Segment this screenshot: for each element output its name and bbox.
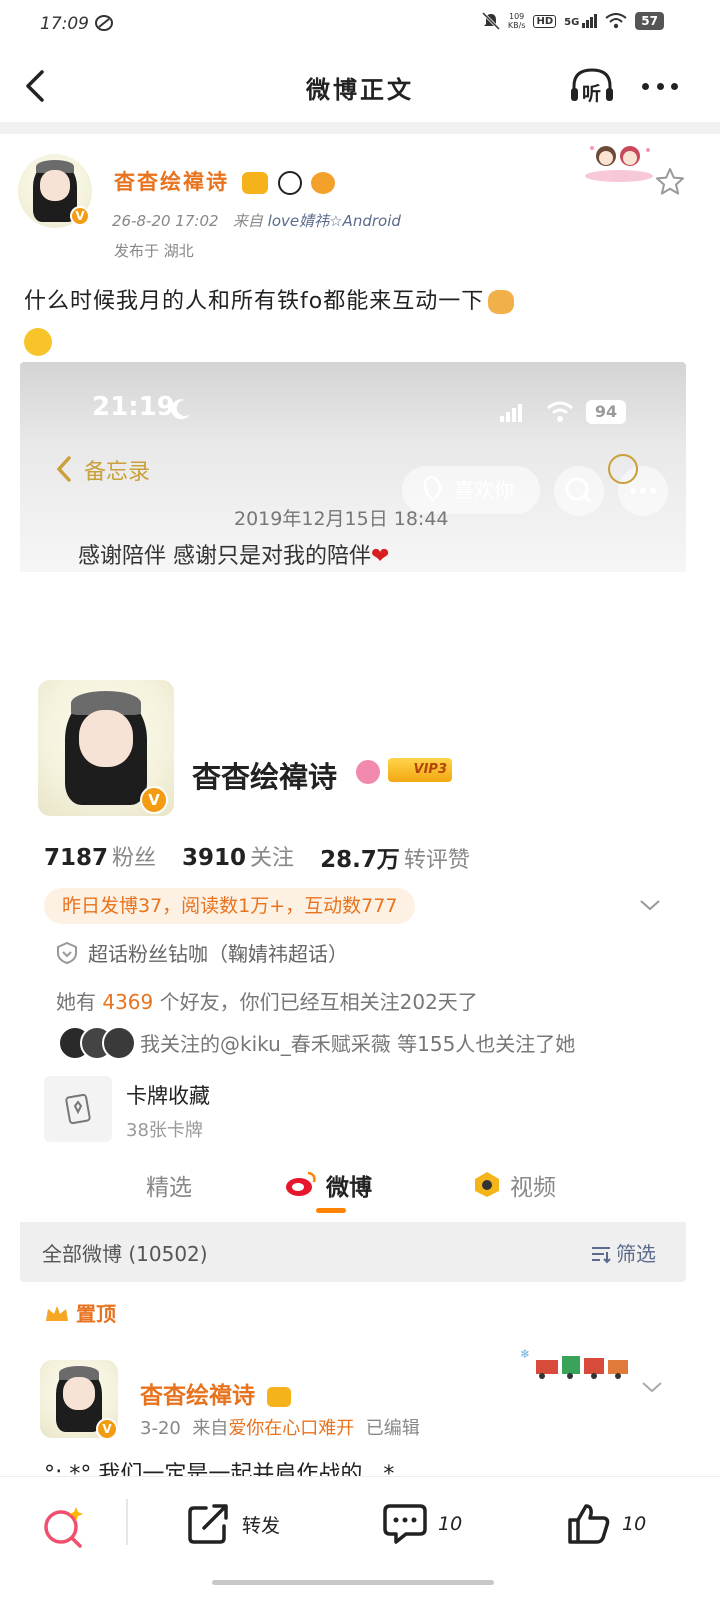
fans-stat: 7187 粉丝 xyxy=(44,845,157,871)
yesterday-stats: 昨日发博37，阅读数1万+，互动数777 xyxy=(44,888,416,924)
profile-stats: 7187 粉丝 3910 关注 28.7万 转评赞 xyxy=(44,840,470,874)
video-icon xyxy=(475,1172,499,1197)
pinned-verified-icon: V xyxy=(96,1418,118,1440)
top-nav: 微博正文 听 xyxy=(0,50,720,122)
filter-label: 筛选 xyxy=(590,1238,656,1267)
verified-badge-icon: V xyxy=(70,206,90,226)
comment-button[interactable]: 10 xyxy=(382,1501,462,1547)
mutual-follow-info: 我关注的@kiku_春禾赋采薇 等155人也关注了她 xyxy=(58,1026,658,1060)
pinned-author-name[interactable]: 杳杳绘禕诗 xyxy=(140,1376,292,1410)
super-search-icon[interactable] xyxy=(40,1503,88,1551)
listen-button[interactable]: 听 xyxy=(568,66,616,106)
app-notification-icon xyxy=(95,15,113,31)
tab-video: 视频 xyxy=(510,1175,556,1201)
pinned-label: 置顶 xyxy=(44,1298,116,1327)
crown-icon xyxy=(46,1306,68,1321)
crown-badge-icon xyxy=(267,1386,292,1407)
pinned-text: °:.*° 我们一定是一起并肩作战的 . * xyxy=(44,1462,395,1476)
battery-indicator: 57 xyxy=(635,12,664,30)
image-signal-icon xyxy=(500,404,522,422)
more-options-button[interactable] xyxy=(640,70,680,102)
active-tab-indicator xyxy=(316,1208,346,1213)
card-collection-count: 38张卡牌 xyxy=(126,1120,203,1141)
repost-label: 转发 xyxy=(242,1514,281,1537)
super-fan-badge: 超话粉丝钻咖（鞠婧祎超话） xyxy=(56,938,348,967)
post-body: 什么时候我月的人和所有铁fo都能来互动一下 xyxy=(24,282,704,362)
post-meta: 26-8-20 17:02 来自 love婧祎☆Android xyxy=(112,212,401,230)
image-search-icon xyxy=(554,466,604,516)
signal-icon: 5G xyxy=(564,14,598,28)
wifi-icon xyxy=(605,13,627,29)
memo-back-label: 备忘录 xyxy=(84,460,151,485)
thumbs-up-icon xyxy=(568,1504,610,1544)
author-name[interactable]: 杳杳绘禕诗 xyxy=(114,166,335,196)
laughing-emoji xyxy=(24,328,52,356)
share-icon xyxy=(188,1504,228,1544)
profile-tabs: 精选 微博 视频 xyxy=(20,1160,686,1216)
mute-icon xyxy=(481,12,500,30)
pinned-chevron-down-icon[interactable] xyxy=(640,1378,664,1396)
image-battery: 94 xyxy=(586,400,626,424)
flexed-bicep-emoji xyxy=(488,290,515,314)
like-button[interactable]: 10 xyxy=(566,1501,646,1547)
divider xyxy=(0,122,720,134)
tab-featured: 精选 xyxy=(146,1175,192,1201)
like-count: 10 xyxy=(622,1513,647,1535)
fish-icon xyxy=(310,172,335,194)
network-speed: 109 KB/s xyxy=(507,12,526,30)
card-collection-title: 卡牌收藏 xyxy=(126,1084,210,1108)
profile-verified-icon: V xyxy=(140,786,168,814)
weibo-logo-icon xyxy=(286,1171,316,1196)
post-source-link[interactable]: love婧祎☆Android xyxy=(268,212,401,230)
svg-text:❄: ❄ xyxy=(520,1347,530,1361)
engagement-stat: 28.7万 转评赞 xyxy=(320,847,470,873)
status-bar: 17:09 109 KB/s HD 5G 57 xyxy=(0,0,720,50)
panda-icon xyxy=(277,171,302,195)
status-time: 17:09 xyxy=(40,14,89,34)
profile-name: 杳杳绘禕诗 xyxy=(192,760,338,794)
filter-icon xyxy=(592,1247,611,1264)
all-posts-bar: 全部微博 (10502) 筛选 xyxy=(20,1222,686,1282)
hd-badge: HD xyxy=(533,14,557,28)
dot-icon xyxy=(671,82,678,90)
moon-icon xyxy=(171,399,190,420)
attached-image[interactable]: 21:19 94 备忘录 喜欢你 2019年12月15日 18:44 感谢陪伴 … xyxy=(20,362,686,1282)
home-indicator[interactable] xyxy=(212,1580,494,1585)
memo-text: 感谢陪伴 感谢只是对我的陪伴❤ xyxy=(78,544,390,569)
image-wifi-icon xyxy=(547,401,573,422)
favorite-star-button[interactable] xyxy=(654,166,686,198)
crown-badge-icon xyxy=(242,172,269,194)
post-location: 发布于 湖北 xyxy=(114,242,194,260)
shield-icon xyxy=(57,941,77,965)
repost-button[interactable]: 转发 xyxy=(186,1501,280,1547)
card-collection-icon xyxy=(44,1076,112,1142)
train-sticker-icon: ❄ xyxy=(520,1347,628,1379)
mutual-avatar xyxy=(102,1026,136,1060)
female-badge-icon xyxy=(356,760,380,784)
image-status-time: 21:19 xyxy=(92,392,175,422)
decoration-sticker-icon xyxy=(585,146,653,182)
memo-date: 2019年12月15日 18:44 xyxy=(234,508,449,530)
dot-icon xyxy=(642,82,649,90)
all-posts-count: 全部微博 (10502) xyxy=(42,1242,208,1266)
comment-count: 10 xyxy=(438,1513,463,1535)
listen-label: 听 xyxy=(582,83,602,105)
dot-icon xyxy=(656,82,664,90)
divider xyxy=(126,1499,128,1545)
tab-weibo: 微博 xyxy=(326,1175,372,1201)
comment-icon xyxy=(383,1504,427,1544)
friends-info: 她有 4369 个好友，你们已经互相关注202天了 xyxy=(56,990,478,1014)
pinned-meta: 3-20 来自爱你在心口难开 已编辑 xyxy=(140,1418,420,1439)
vip-badge: VIP3 xyxy=(388,758,452,782)
hand-heart-icon xyxy=(423,476,442,502)
follow-stat: 3910 关注 xyxy=(182,845,295,871)
chevron-left-icon xyxy=(56,456,71,482)
memo-more-icon xyxy=(608,454,638,484)
red-heart-icon: ❤ xyxy=(371,544,390,569)
chevron-down-icon xyxy=(640,900,660,911)
